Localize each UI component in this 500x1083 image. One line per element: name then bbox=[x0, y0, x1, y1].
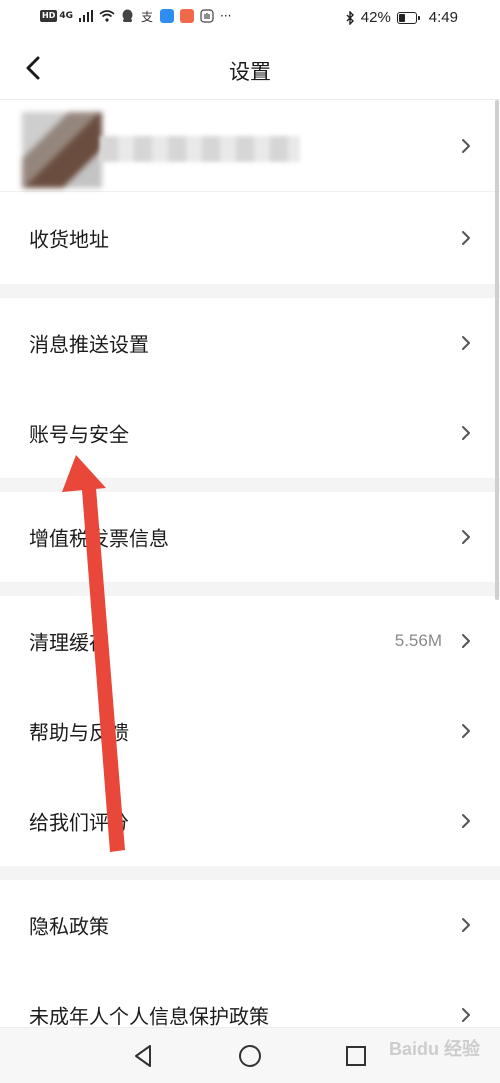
chevron-right-icon bbox=[462, 1008, 470, 1022]
group-app: 清理缓存 5.56M 帮助与反馈 给我们评分 bbox=[0, 596, 500, 866]
more-notifications: ··· bbox=[220, 9, 232, 23]
qq-icon bbox=[122, 9, 133, 22]
chevron-right-icon bbox=[462, 634, 470, 648]
clock: 4:49 bbox=[428, 9, 458, 26]
chevron-right-icon bbox=[462, 918, 470, 932]
alipay-icon: 支 bbox=[141, 10, 153, 23]
address-label: 收货地址 bbox=[29, 227, 109, 252]
help-feedback-row[interactable]: 帮助与反馈 bbox=[0, 686, 500, 776]
account-security-label: 账号与安全 bbox=[29, 422, 129, 447]
signal-icon bbox=[79, 10, 93, 22]
hd-badge: HD bbox=[40, 10, 58, 22]
chevron-right-icon bbox=[462, 530, 470, 544]
bluetooth-icon bbox=[346, 10, 354, 25]
profile-name-redacted bbox=[100, 136, 300, 162]
triangle-back-icon[interactable] bbox=[130, 1042, 158, 1070]
scrollbar[interactable] bbox=[495, 100, 499, 600]
group-profile: 收货地址 bbox=[0, 100, 500, 284]
group-privacy: 隐私政策 未成年人个人信息保护政策 bbox=[0, 880, 500, 1029]
notifications-row[interactable]: 消息推送设置 bbox=[0, 298, 500, 388]
vat-invoice-row[interactable]: 增值税发票信息 bbox=[0, 492, 500, 582]
square-recent-icon[interactable] bbox=[342, 1042, 370, 1070]
address-row[interactable]: 收货地址 bbox=[0, 192, 500, 284]
vat-invoice-label: 增值税发票信息 bbox=[29, 526, 169, 551]
cache-size-value: 5.56M bbox=[394, 631, 442, 650]
group-account: 消息推送设置 账号与安全 bbox=[0, 298, 500, 478]
rate-us-row[interactable]: 给我们评分 bbox=[0, 776, 500, 866]
rate-us-label: 给我们评分 bbox=[29, 810, 129, 835]
profile-row[interactable] bbox=[0, 100, 500, 192]
clear-cache-label: 清理缓存 bbox=[29, 630, 109, 655]
chevron-right-icon bbox=[462, 231, 470, 245]
chevron-right-icon bbox=[462, 724, 470, 738]
chevron-right-icon bbox=[462, 814, 470, 828]
chevron-right-icon bbox=[462, 336, 470, 350]
help-feedback-label: 帮助与反馈 bbox=[29, 720, 129, 745]
system-nav-bar bbox=[0, 1027, 500, 1083]
group-invoice: 增值税发票信息 bbox=[0, 492, 500, 582]
circle-home-icon[interactable] bbox=[236, 1042, 264, 1070]
battery-percent: 42% bbox=[360, 9, 391, 26]
status-right: 42% 4:49 bbox=[345, 9, 458, 26]
avatar bbox=[22, 112, 102, 188]
app-icon bbox=[180, 9, 194, 23]
hand-icon bbox=[200, 9, 214, 23]
settings-screen: HD 4G 支 ··· 42% 4:49 设置 收货地址 消息推送设置 账号与安… bbox=[0, 0, 500, 1083]
battery-icon bbox=[396, 11, 420, 24]
clear-cache-row[interactable]: 清理缓存 5.56M bbox=[0, 596, 500, 686]
chevron-right-icon bbox=[462, 426, 470, 440]
wifi-icon bbox=[99, 10, 115, 22]
network-label: 4G bbox=[59, 11, 73, 21]
nav-header: 设置 bbox=[0, 38, 500, 100]
notifications-label: 消息推送设置 bbox=[29, 332, 149, 357]
privacy-policy-label: 隐私政策 bbox=[29, 914, 109, 939]
minor-privacy-label: 未成年人个人信息保护政策 bbox=[29, 1004, 269, 1029]
page-title: 设置 bbox=[229, 60, 271, 84]
svg-text:支: 支 bbox=[141, 10, 153, 23]
search-app-icon bbox=[160, 9, 174, 23]
account-security-row[interactable]: 账号与安全 bbox=[0, 388, 500, 478]
chevron-right-icon bbox=[462, 138, 470, 153]
battery-fill bbox=[398, 13, 405, 22]
status-bar: HD 4G 支 ··· 42% 4:49 bbox=[0, 0, 500, 38]
status-left: HD 4G 支 ··· bbox=[40, 9, 231, 23]
privacy-policy-row[interactable]: 隐私政策 bbox=[0, 880, 500, 970]
